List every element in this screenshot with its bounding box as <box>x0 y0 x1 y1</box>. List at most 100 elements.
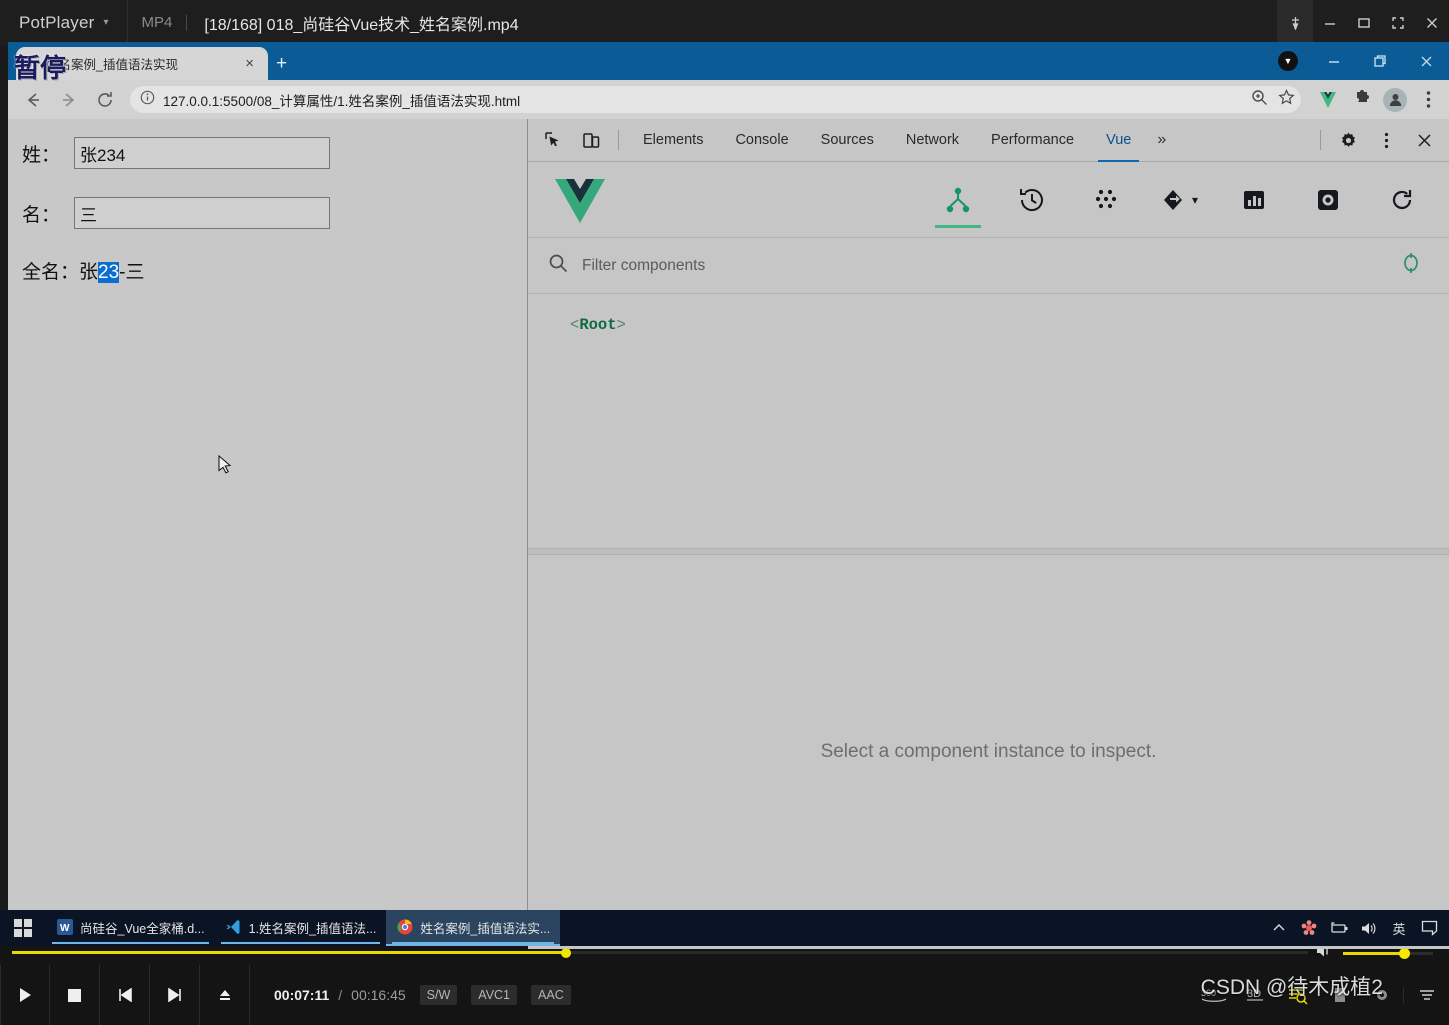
tab-network[interactable]: Network <box>890 119 975 162</box>
forward-icon[interactable] <box>52 83 86 117</box>
filter-components-input[interactable]: Filter components <box>582 257 705 275</box>
browser-tab[interactable]: 姓名案例_插值语法实现 × <box>16 47 268 80</box>
running-indicator <box>52 942 209 944</box>
devtools-panel: Elements Console Sources Network Perform… <box>527 119 1449 949</box>
next-icon[interactable] <box>150 965 200 1025</box>
devtools-header: Elements Console Sources Network Perform… <box>528 119 1449 162</box>
address-bar[interactable]: 127.0.0.1:5500/08_计算属性/1.姓名案例_插值语法实现.htm… <box>130 86 1301 113</box>
gear-icon[interactable] <box>1329 119 1367 162</box>
restore-icon[interactable] <box>1357 42 1403 80</box>
chrome-icon <box>396 919 413 936</box>
vuex-icon[interactable] <box>1069 162 1143 238</box>
fullscreen-icon[interactable] <box>1381 0 1415 45</box>
components-tree-icon[interactable] <box>921 162 995 238</box>
back-icon[interactable] <box>16 83 50 117</box>
kebab-menu-icon[interactable] <box>1415 87 1441 113</box>
vue-panel-splitter[interactable] <box>528 548 1449 555</box>
running-indicator <box>392 942 555 944</box>
settings-icon[interactable] <box>1291 162 1365 238</box>
seek-handle[interactable] <box>561 948 571 958</box>
more-tabs-icon[interactable]: » <box>1147 131 1176 149</box>
fullname-output: 全名：张23-三 <box>22 257 527 284</box>
target-icon[interactable] <box>1401 252 1421 279</box>
vue-component-tree: <Root> <box>528 294 1449 548</box>
kebab-menu-icon[interactable] <box>1367 119 1405 162</box>
close-icon[interactable] <box>1405 119 1443 162</box>
stop-icon[interactable] <box>50 965 100 1025</box>
chevron-down-icon[interactable]: ▾ <box>104 17 109 28</box>
tree-bracket-open: < <box>570 316 580 334</box>
chevron-down-icon[interactable]: ▼ <box>1278 51 1298 71</box>
eject-icon[interactable] <box>200 965 250 1025</box>
device-toolbar-icon[interactable] <box>572 119 610 162</box>
fullname-label: 全名： <box>22 262 80 283</box>
info-icon[interactable] <box>140 90 155 110</box>
taskbar-item-chrome[interactable]: 姓名案例_插值语法实... <box>386 910 561 946</box>
vue-filter-bar: Filter components <box>528 238 1449 294</box>
refresh-icon[interactable] <box>1365 162 1439 238</box>
running-indicator <box>220 942 381 944</box>
puzzle-icon[interactable] <box>1349 87 1375 113</box>
avatar[interactable] <box>1383 87 1407 112</box>
reload-icon[interactable] <box>88 83 122 117</box>
show-hidden-icons[interactable] <box>1265 910 1293 946</box>
playlist-search-icon[interactable] <box>1277 985 1319 1005</box>
close-icon[interactable]: × <box>239 56 260 71</box>
givenname-input[interactable] <box>74 197 330 229</box>
time-separator: / <box>338 987 343 1003</box>
codec-chip-sw: S/W <box>419 985 458 1005</box>
routes-icon[interactable]: ▾ <box>1143 162 1217 238</box>
star-icon[interactable] <box>1278 88 1295 111</box>
battery-icon[interactable] <box>1325 910 1353 946</box>
ime-language-icon[interactable]: 英 <box>1385 910 1413 946</box>
chevron-down-icon[interactable]: ▾ <box>1192 193 1198 207</box>
tab-elements[interactable]: Elements <box>627 119 719 162</box>
menu-icon[interactable] <box>1403 987 1449 1003</box>
devtools-tabs: Elements Console Sources Network Perform… <box>627 119 1176 162</box>
mouse-cursor <box>218 454 232 480</box>
inspect-element-icon[interactable] <box>534 119 572 162</box>
maximize-icon[interactable] <box>1347 0 1381 45</box>
close-icon[interactable] <box>1403 42 1449 80</box>
tab-performance[interactable]: Performance <box>975 119 1090 162</box>
play-icon[interactable] <box>0 965 50 1025</box>
volume-handle[interactable] <box>1399 948 1410 959</box>
pin-icon[interactable] <box>1277 0 1313 45</box>
divider <box>1320 130 1321 150</box>
windows-start-icon[interactable] <box>0 910 46 946</box>
tree-node-root[interactable]: <Root> <box>570 316 1449 334</box>
volume-icon[interactable] <box>1355 910 1383 946</box>
previous-icon[interactable] <box>100 965 150 1025</box>
seek-bar[interactable] <box>12 948 1308 958</box>
address-bar-url: 127.0.0.1:5500/08_计算属性/1.姓名案例_插值语法实现.htm… <box>163 93 521 109</box>
taskbar-item-word[interactable]: W 尚硅谷_Vue全家桶.d... <box>46 910 215 946</box>
sogou-input-icon[interactable] <box>1295 910 1323 946</box>
minimize-icon[interactable] <box>1311 42 1357 80</box>
settings-icon[interactable] <box>1361 986 1403 1004</box>
new-tab-button[interactable]: + <box>276 54 287 73</box>
system-tray: 英 <box>1265 910 1449 946</box>
volume-slider[interactable] <box>1343 948 1433 959</box>
codec-chip-video: AVC1 <box>471 985 518 1005</box>
tab-vue[interactable]: Vue <box>1090 119 1147 162</box>
action-center-icon[interactable] <box>1415 910 1443 946</box>
performance-icon[interactable] <box>1217 162 1291 238</box>
zoom-icon[interactable] <box>1251 89 1268 111</box>
timeline-history-icon[interactable] <box>995 162 1069 238</box>
profile-indicator[interactable]: ▼ <box>1265 42 1311 80</box>
minimize-icon[interactable] <box>1313 0 1347 45</box>
potplayer-file-title: [18/168] 018_尚硅谷Vue技术_姓名案例.mp4 <box>204 16 519 34</box>
potplayer-control-bar: 00:07:11 / 00:16:45 S/W AVC1 AAC 360 3D <box>0 938 1449 1025</box>
omnibox-actions <box>1251 88 1295 111</box>
vue-devtools-icon[interactable] <box>1315 87 1341 113</box>
codec-chip-audio: AAC <box>531 985 571 1005</box>
tab-console[interactable]: Console <box>719 119 804 162</box>
bookmark-icon[interactable] <box>1319 986 1361 1004</box>
tab-sources[interactable]: Sources <box>805 119 890 162</box>
3d-view-icon[interactable]: 3D <box>1235 985 1277 1005</box>
surname-input[interactable] <box>74 137 330 169</box>
360-view-icon[interactable]: 360 <box>1193 985 1235 1005</box>
taskbar-item-vscode[interactable]: 1.姓名案例_插值语法... <box>215 910 387 946</box>
close-icon[interactable] <box>1415 0 1449 45</box>
svg-text:360: 360 <box>1201 988 1216 998</box>
